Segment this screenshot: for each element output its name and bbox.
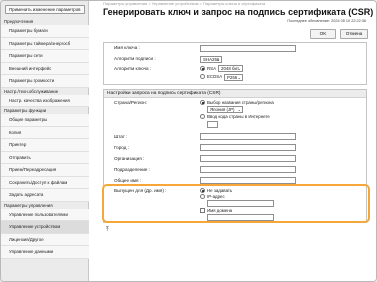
chevron-down-icon: ⌄	[237, 66, 241, 71]
sidebar-section-heading: Предпочтения	[4, 19, 34, 24]
sidebar-item[interactable]: Параметры сети	[1, 50, 89, 63]
sidebar-item[interactable]: Параметры громкости	[1, 75, 89, 88]
sidebar-item[interactable]: Отправить	[1, 151, 89, 164]
sidebar-item[interactable]: Прием/Переадресация	[1, 164, 89, 177]
sidebar-item[interactable]: Управление пользователями	[1, 208, 89, 221]
sig-algo-label: Алгоритм подписи :	[114, 56, 156, 61]
apply-settings-button[interactable]: Применить изменение параметров	[5, 5, 85, 14]
country-value: Япония (JP)	[210, 107, 235, 112]
ecdsa-label: ECDSA	[207, 74, 223, 79]
sidebar-item[interactable]: Внешний интерфейс	[1, 62, 89, 75]
sidebar-menu: Предпочтения Параметры бумаги Параметры та…	[1, 18, 89, 259]
last-updated-text: Последнее обновление: 2024 05 10 22:22:3…	[287, 19, 366, 23]
rsa-bits-value: 2048 бит	[221, 66, 239, 71]
sidebar-section-heading: Параметры управления	[4, 202, 53, 208]
state-label: Штат :	[114, 134, 128, 139]
enter-country-label: Ввод кода страны в Интернете	[207, 114, 270, 119]
city-input[interactable]	[200, 144, 296, 151]
sidebar-item[interactable]: Настр. качества изображения	[1, 94, 89, 107]
unit-input[interactable]	[200, 166, 296, 173]
sidebar-item[interactable]: Параметры бумаги	[1, 25, 89, 38]
key-settings-section: Имя ключа : Алгоритм подписи : SHA256 ⌄ А…	[103, 42, 367, 85]
ecdsa-curve-select[interactable]: P256 ⌄	[224, 74, 243, 81]
enter-country-radio[interactable]	[200, 114, 205, 119]
state-input[interactable]	[200, 133, 296, 140]
highlight-outline	[102, 184, 370, 223]
chevron-down-icon: ⌄	[237, 75, 241, 80]
sidebar-item[interactable]: Сохранить/Доступ к файлам	[1, 176, 89, 189]
key-name-input[interactable]	[200, 45, 296, 52]
country-label: Страна/Регион:	[114, 100, 147, 105]
page-title: Генерировать ключ и запрос на подпись се…	[103, 7, 374, 17]
sidebar-item[interactable]: Принтер	[1, 139, 89, 152]
ok-button[interactable]: OK	[310, 29, 336, 39]
sidebar-item[interactable]: Параметры таймера/энергосб	[1, 37, 89, 50]
ecdsa-curve-value: P256	[227, 75, 238, 80]
choose-country-label: Выбор названия страны/региона	[207, 100, 274, 105]
csr-section-header: Настройки запроса на подпись сертификата…	[104, 90, 366, 98]
rsa-radio[interactable]	[200, 66, 205, 71]
common-name-input[interactable]	[200, 177, 296, 184]
cancel-button[interactable]: Отмена	[340, 29, 368, 39]
sig-algo-select[interactable]: SHA256 ⌄	[200, 56, 222, 63]
organization-label: Организация :	[114, 156, 145, 161]
rsa-bits-select[interactable]: 2048 бит ⌄	[218, 65, 243, 72]
rsa-label: RSA	[207, 66, 217, 71]
sidebar-item[interactable]: Общие параметры	[1, 114, 89, 127]
country-code-input[interactable]	[207, 121, 218, 128]
sidebar-section-heading: Настр./техн.обслуживание	[4, 88, 59, 94]
key-algo-label: Алгоритм ключа :	[114, 66, 152, 71]
browser-frame: Применить изменение параметров Предпочте…	[0, 0, 377, 282]
common-name-label: Общее имя :	[114, 178, 142, 183]
scroll-to-top-icon[interactable]: ⤒	[106, 227, 109, 234]
key-name-label: Имя ключа :	[114, 45, 140, 50]
chevron-down-icon: ⌄	[237, 107, 241, 112]
city-label: Город :	[114, 145, 129, 150]
sidebar: Применить изменение параметров Предпочте…	[1, 1, 89, 281]
sidebar-item[interactable]: Лицензия/Другое	[1, 233, 89, 246]
ecdsa-radio[interactable]	[200, 74, 205, 79]
country-select[interactable]: Япония (JP) ⌄	[207, 106, 243, 113]
sidebar-section-heading: Параметры функции	[4, 108, 47, 113]
sidebar-item[interactable]: Задать адресата	[1, 189, 89, 202]
choose-country-radio[interactable]	[200, 100, 205, 105]
sidebar-item[interactable]: Копия	[1, 126, 89, 139]
breadcrumb[interactable]: Параметры управления > Управление устрой…	[103, 1, 265, 6]
chevron-down-icon: ⌄	[216, 57, 220, 62]
main-content: Параметры управления > Управление устрой…	[90, 1, 376, 281]
organization-input[interactable]	[200, 155, 296, 162]
sidebar-item[interactable]: Управление устройством	[1, 221, 89, 234]
unit-label: Подразделение :	[114, 167, 151, 172]
sidebar-item[interactable]: Управление данными	[1, 246, 89, 259]
